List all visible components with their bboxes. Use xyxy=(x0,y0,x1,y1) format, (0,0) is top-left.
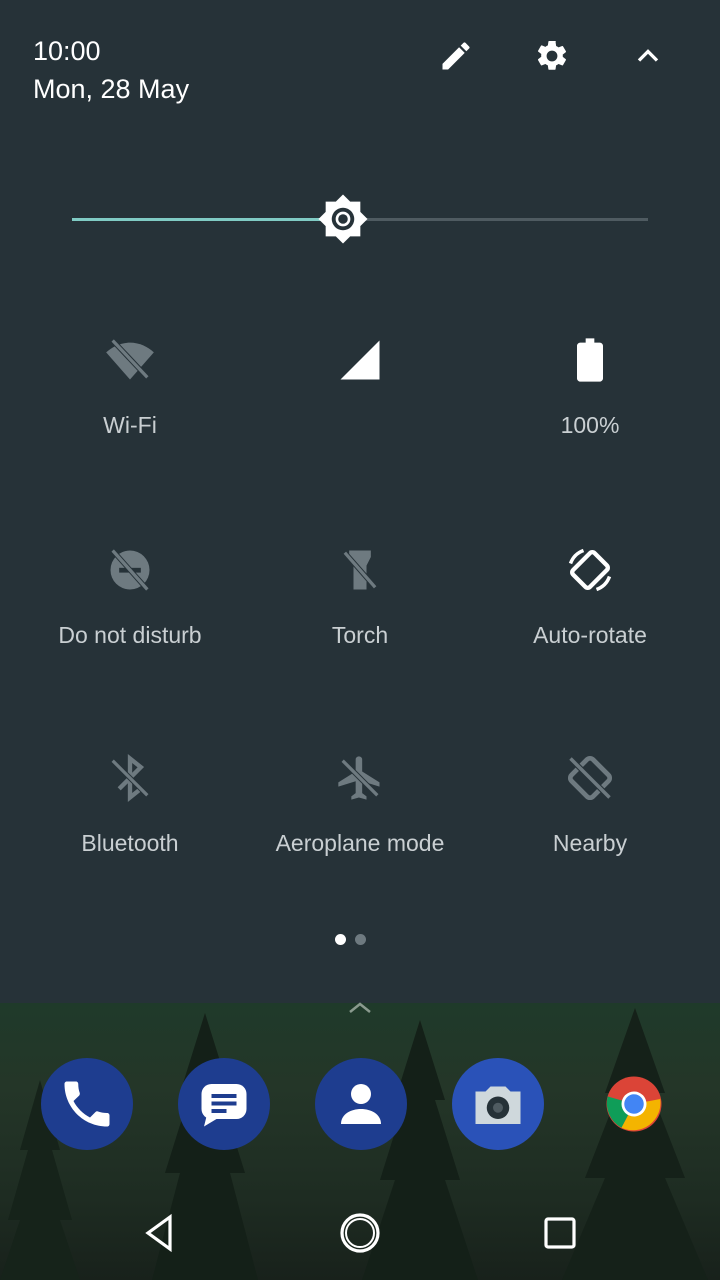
auto-rotate-icon xyxy=(568,548,612,592)
page-indicator xyxy=(334,934,374,946)
messages-icon xyxy=(201,1084,247,1127)
brightness-icon xyxy=(318,194,368,244)
tile-aeroplane-mode[interactable]: Aeroplane mode xyxy=(240,748,480,908)
battery-full-icon xyxy=(577,338,603,382)
tile-battery[interactable]: 100% xyxy=(470,330,710,490)
chrome-icon xyxy=(606,1076,662,1132)
tile-label: Torch xyxy=(331,622,389,648)
edit-button[interactable] xyxy=(430,30,482,82)
contacts-icon xyxy=(341,1084,381,1124)
cell-signal-icon xyxy=(340,340,380,380)
drawer-handle-icon[interactable] xyxy=(346,1000,374,1014)
quick-settings-panel: 10:00 Mon, 28 May Wi-Fi 100% Do not dist… xyxy=(0,0,720,1003)
torch-off-icon xyxy=(342,550,378,590)
chrome-app-icon[interactable] xyxy=(588,1058,680,1150)
page-dot xyxy=(355,934,366,945)
recents-icon xyxy=(544,1217,576,1249)
tile-nearby[interactable]: Nearby xyxy=(470,748,710,908)
tile-torch[interactable]: Torch xyxy=(240,540,480,700)
contacts-app-icon[interactable] xyxy=(315,1058,407,1150)
home-button[interactable] xyxy=(325,1198,395,1268)
tile-do-not-disturb[interactable]: Do not disturb xyxy=(10,540,250,700)
phone-app-icon[interactable] xyxy=(41,1058,133,1150)
tile-label: 100% xyxy=(560,412,620,438)
date: Mon, 28 May xyxy=(33,74,190,104)
brightness-fill xyxy=(72,218,343,221)
do-not-disturb-off-icon xyxy=(110,548,150,592)
tile-label: Aeroplane mode xyxy=(275,830,445,856)
tile-bluetooth[interactable]: Bluetooth xyxy=(10,748,250,908)
brightness-thumb[interactable] xyxy=(317,193,369,245)
back-icon xyxy=(145,1213,172,1253)
settings-button[interactable] xyxy=(526,30,578,82)
home-icon xyxy=(340,1213,380,1253)
tile-label: Wi-Fi xyxy=(103,412,157,438)
tile-wifi[interactable]: Wi-Fi xyxy=(10,330,250,490)
nearby-off-icon xyxy=(567,755,613,801)
page-dot-active xyxy=(335,934,346,945)
brightness-slider[interactable] xyxy=(72,193,648,245)
airplane-off-icon xyxy=(338,756,380,800)
clock: 10:00 xyxy=(33,36,101,66)
pencil-icon xyxy=(442,42,470,70)
gear-icon xyxy=(537,40,567,70)
recents-button[interactable] xyxy=(525,1198,595,1268)
camera-app-icon[interactable] xyxy=(452,1058,544,1150)
tile-mobile-data[interactable] xyxy=(240,330,480,490)
collapse-button[interactable] xyxy=(622,30,674,82)
tile-label: Auto-rotate xyxy=(533,622,647,648)
phone-icon xyxy=(64,1081,110,1127)
wifi-off-icon xyxy=(106,338,154,380)
tile-label: Nearby xyxy=(552,830,628,856)
tile-label: Do not disturb xyxy=(58,622,202,648)
camera-icon xyxy=(475,1086,521,1124)
messages-app-icon[interactable] xyxy=(178,1058,270,1150)
chevron-up-icon xyxy=(637,49,659,62)
tile-auto-rotate[interactable]: Auto-rotate xyxy=(470,540,710,700)
bluetooth-off-icon xyxy=(110,753,150,803)
tile-label: Bluetooth xyxy=(81,830,179,856)
back-button[interactable] xyxy=(125,1198,195,1268)
